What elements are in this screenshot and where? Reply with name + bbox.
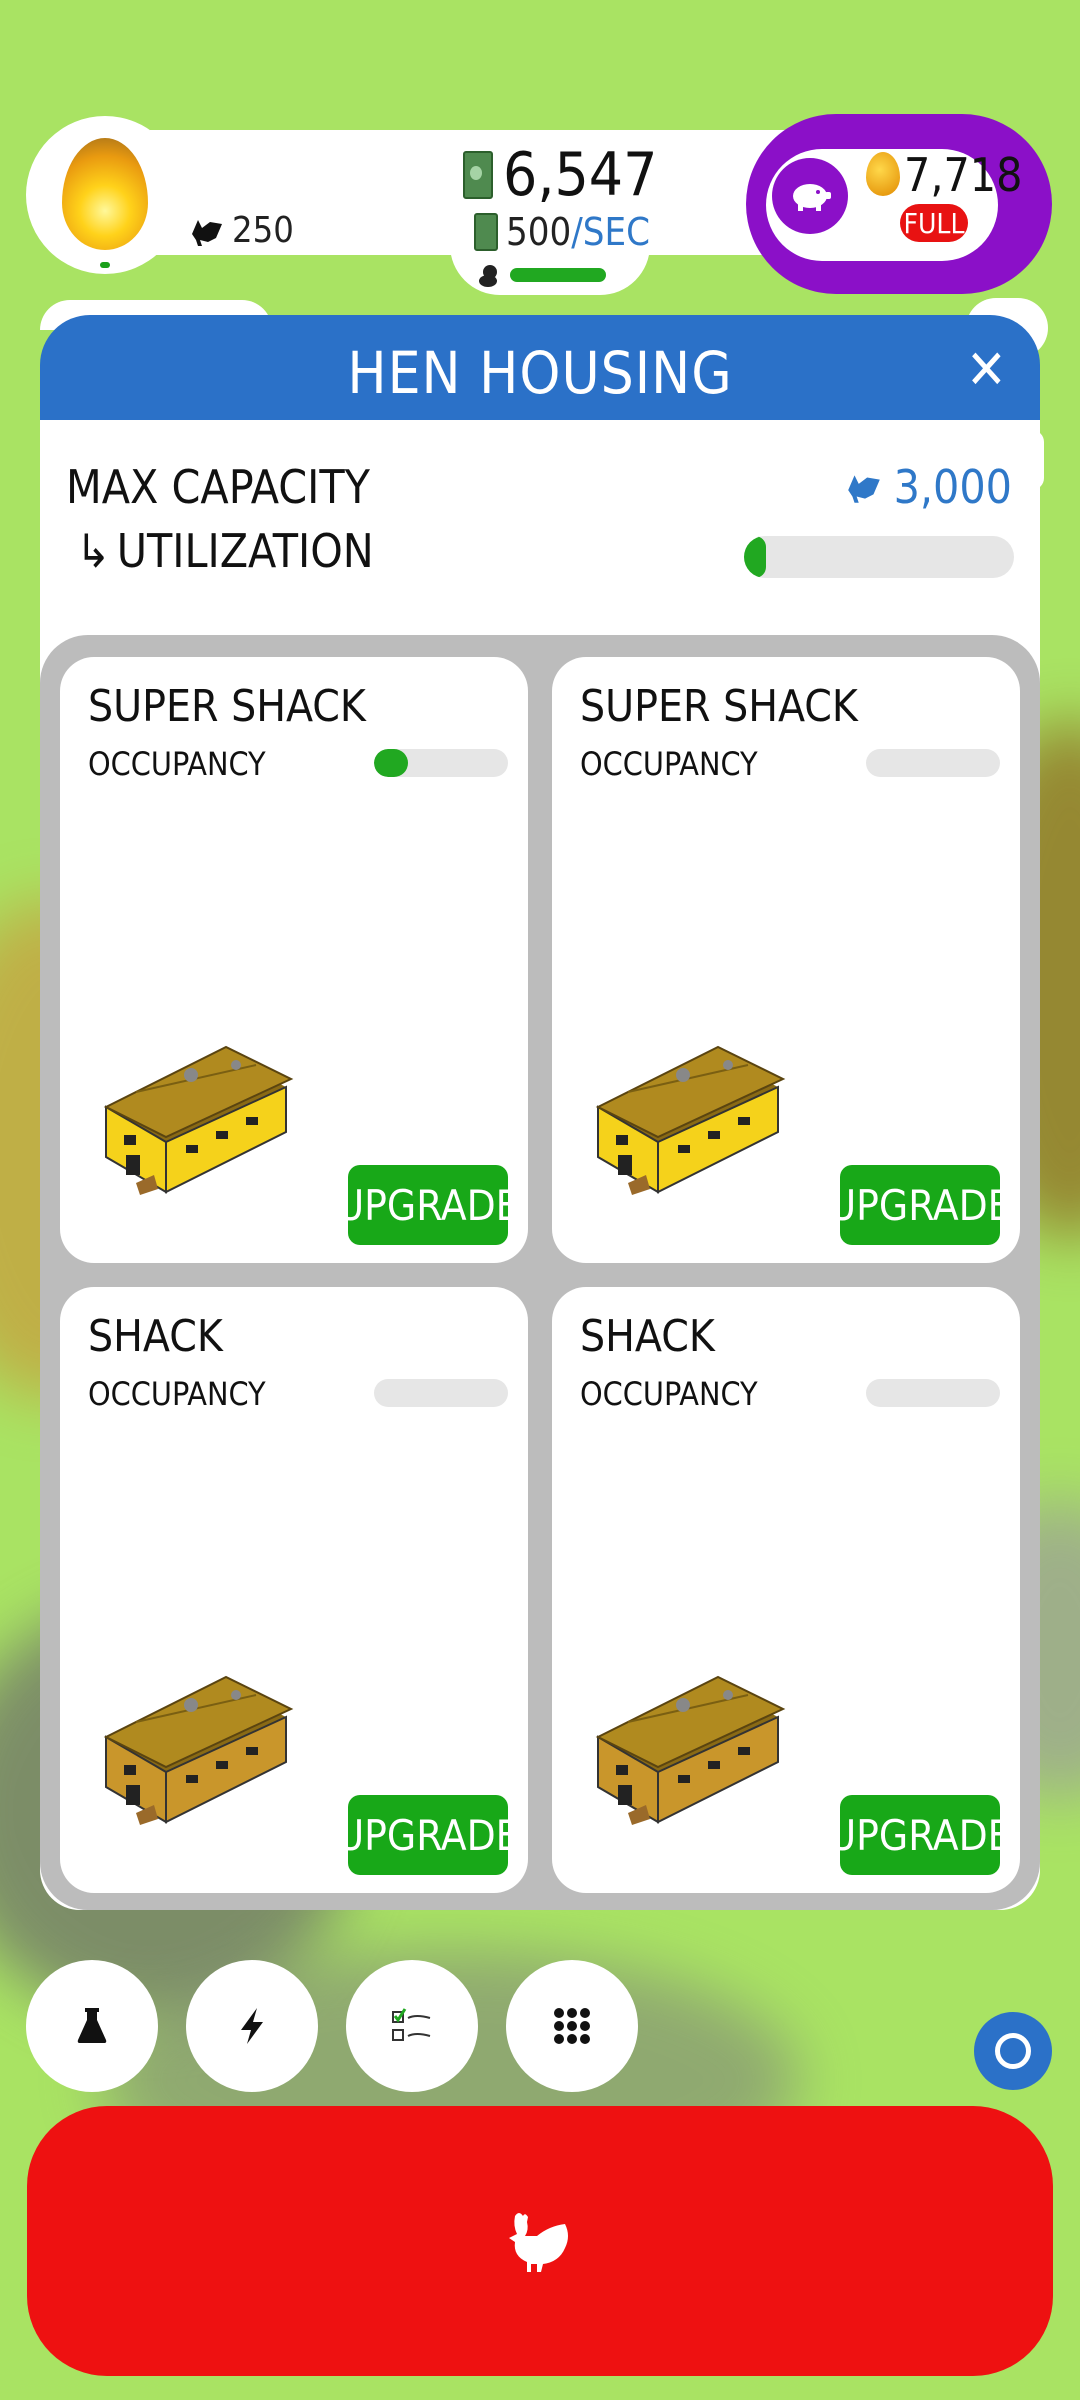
piggy-full-badge: FULL — [900, 204, 968, 242]
missions-button[interactable] — [346, 1960, 478, 2092]
menu-button[interactable] — [506, 1960, 638, 2092]
upgrade-button[interactable]: UPGRADE — [336, 1165, 520, 1245]
house-name: SHACK — [88, 1311, 223, 1362]
max-capacity-value: 3,000 — [893, 460, 1012, 514]
house-card: SHACK OCCUPANCY UPGRADE — [60, 1287, 528, 1893]
circle-icon — [995, 2033, 1031, 2069]
super-shack-building-icon — [595, 1045, 786, 1195]
house-image — [96, 1647, 336, 1831]
house-card: SHACK OCCUPANCY UPGRADE — [552, 1287, 1020, 1893]
occupancy-bar — [374, 749, 508, 777]
house-name: SHACK — [580, 1311, 715, 1362]
money-display: 6,547 — [463, 140, 657, 210]
occupancy-label: OCCUPANCY — [88, 745, 266, 783]
house-card: SUPER SHACK OCCUPANCY UPGRADE — [552, 657, 1020, 1263]
rate-unit: /SEC — [571, 210, 650, 254]
money-value: 6,547 — [503, 140, 658, 210]
occupancy-label: OCCUPANCY — [88, 1375, 266, 1413]
hen-housing-panel: MAX CAPACITY 3,000 ↳ UTILIZATION SUPER S… — [40, 420, 1040, 1910]
chicken-icon — [509, 2213, 568, 2272]
house-card: SUPER SHACK OCCUPANCY UPGRADE — [60, 657, 528, 1263]
panel-header: HEN HOUSING ✕ — [40, 315, 1040, 420]
occupancy-fill — [374, 749, 408, 777]
occupancy-bar — [866, 749, 1000, 777]
panel-title: HEN HOUSING — [347, 339, 733, 407]
chick-icon — [479, 265, 497, 287]
sub-arrow-icon: ↳ — [76, 524, 111, 578]
occupancy-label: OCCUPANCY — [580, 745, 758, 783]
house-image — [96, 1017, 336, 1201]
house-image — [588, 1647, 828, 1831]
hen-blue-icon — [847, 475, 880, 503]
chick-progress-bar — [510, 268, 606, 282]
checklist-icon — [392, 2008, 431, 2041]
super-shack-building-icon — [103, 1045, 294, 1195]
hen-count: 250 — [188, 210, 294, 251]
egg-indicator — [100, 262, 110, 268]
max-capacity-label: MAX CAPACITY — [66, 460, 370, 514]
house-name: SUPER SHACK — [88, 681, 366, 732]
upgrade-button[interactable]: UPGRADE — [336, 1795, 520, 1875]
max-capacity: 3,000 — [844, 460, 1012, 514]
golden-egg-small-icon — [866, 152, 900, 196]
hen-count-value: 250 — [232, 210, 294, 251]
hatch-chicken-button[interactable] — [27, 2106, 1053, 2376]
golden-egg-icon — [62, 138, 148, 250]
utilization-label: UTILIZATION — [116, 524, 374, 578]
cash-small-icon — [474, 213, 498, 251]
research-button[interactable] — [26, 1960, 158, 2092]
upgrade-button[interactable]: UPGRADE — [828, 1165, 1012, 1245]
boosts-button[interactable] — [186, 1960, 318, 2092]
close-icon[interactable]: ✕ — [966, 343, 1007, 397]
occupancy-label: OCCUPANCY — [580, 1375, 758, 1413]
utilization-fill — [744, 536, 767, 578]
occupancy-bar — [374, 1379, 508, 1407]
utilization-bar — [744, 536, 1014, 578]
income-rate: 500/SEC — [474, 210, 650, 254]
flask-icon — [77, 2008, 107, 2043]
upgrade-button[interactable]: UPGRADE — [828, 1795, 1012, 1875]
lightning-icon — [241, 2008, 263, 2044]
chick-progress — [476, 262, 606, 288]
house-name: SUPER SHACK — [580, 681, 858, 732]
rate-value: 500 — [506, 210, 572, 254]
shack-building-icon — [595, 1675, 786, 1825]
cash-icon — [463, 151, 493, 199]
current-egg-button[interactable] — [26, 116, 184, 274]
piggy-bank-icon[interactable] — [772, 158, 848, 234]
shack-building-icon — [103, 1675, 294, 1825]
occupancy-bar — [866, 1379, 1000, 1407]
housing-grid: SUPER SHACK OCCUPANCY UPGRADE SUPER SHAC… — [40, 635, 1040, 1910]
golden-egg-count: 7,718 — [904, 148, 1023, 202]
assistive-touch-button[interactable] — [974, 2012, 1052, 2090]
utilization-row: ↳ UTILIZATION — [76, 524, 374, 578]
house-image — [588, 1017, 828, 1201]
hen-icon — [192, 219, 222, 246]
grid-menu-icon — [554, 2008, 590, 2044]
